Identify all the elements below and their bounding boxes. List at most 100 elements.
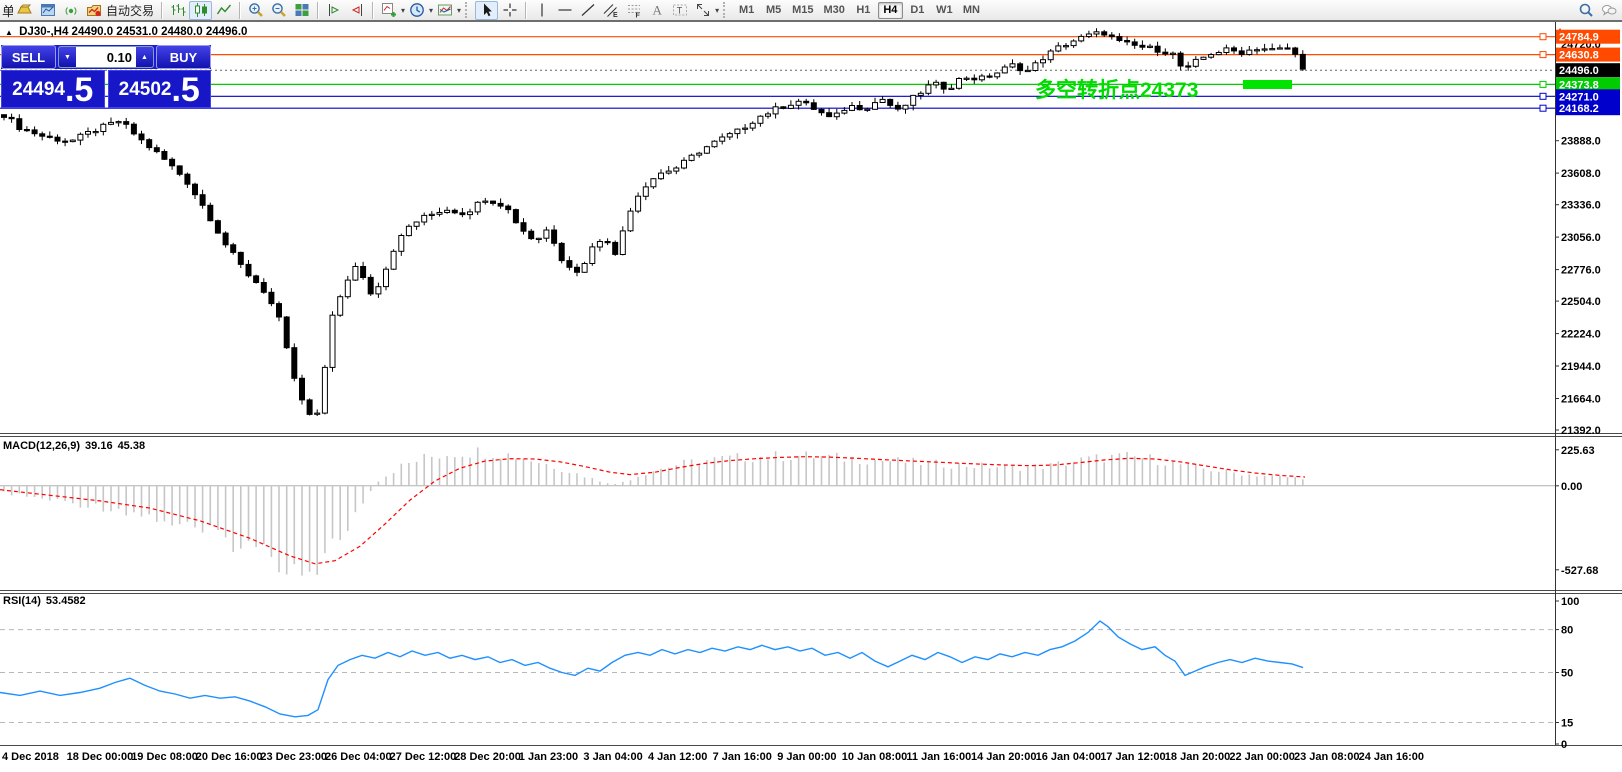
svg-text:24630.8: 24630.8 xyxy=(1559,50,1599,62)
periods-icon[interactable] xyxy=(405,1,428,20)
annotation-highlight[interactable] xyxy=(1243,80,1292,89)
templates-icon-dropdown-arrow[interactable]: ▾ xyxy=(457,6,461,15)
svg-text:22504.0: 22504.0 xyxy=(1561,296,1601,308)
zoom-out-icon[interactable] xyxy=(267,1,290,20)
toolbar-separator xyxy=(161,1,163,19)
svg-text:4 Dec 2018: 4 Dec 2018 xyxy=(2,751,59,763)
svg-text:A: A xyxy=(652,3,662,18)
svg-text:50: 50 xyxy=(1561,668,1573,680)
time-axis[interactable]: 4 Dec 2018 18 Dec 00:0019 Dec 08:0020 Dec… xyxy=(2,751,1424,763)
new-chart-icon[interactable] xyxy=(36,1,59,20)
svg-text:4 Jan 12:00: 4 Jan 12:00 xyxy=(648,751,707,763)
buy-price-display[interactable]: 24502.5 xyxy=(107,70,211,109)
svg-text:18 Dec 00:00: 18 Dec 00:00 xyxy=(67,751,134,763)
rsi-value: 53.4582 xyxy=(45,595,86,607)
line-chart-icon[interactable] xyxy=(212,1,235,20)
timeframe-button-m1[interactable]: M1 xyxy=(734,2,759,19)
svg-text:26 Dec 04:00: 26 Dec 04:00 xyxy=(325,751,392,763)
vertical-line-icon[interactable] xyxy=(530,1,553,20)
indicator-window-left-icon[interactable] xyxy=(322,1,345,20)
svg-text:19 Dec 08:00: 19 Dec 08:00 xyxy=(131,751,198,763)
svg-text:23056.0: 23056.0 xyxy=(1561,232,1601,244)
sell-price-display[interactable]: 24494.5 xyxy=(1,70,105,109)
horizontal-line-icon[interactable] xyxy=(553,1,576,20)
cursor-icon[interactable] xyxy=(475,0,499,20)
arrows-icon[interactable] xyxy=(691,1,714,20)
new-order-icon[interactable] xyxy=(13,1,36,20)
chart-title-ohlc: 24490.0 24531.0 24480.0 24496.0 xyxy=(71,26,248,38)
svg-text:1 Jan 23:00: 1 Jan 23:00 xyxy=(519,751,578,763)
svg-text:15: 15 xyxy=(1561,718,1573,730)
order-button-partial[interactable]: 单 xyxy=(2,1,13,20)
svg-text:18 Jan 20:00: 18 Jan 20:00 xyxy=(1165,751,1230,763)
fibonacci-icon[interactable]: F xyxy=(622,1,645,20)
volume-input[interactable] xyxy=(76,47,136,67)
templates-icon[interactable] xyxy=(433,1,456,20)
arrows-icon-dropdown-arrow[interactable]: ▾ xyxy=(715,6,719,15)
add-indicator-icon[interactable] xyxy=(377,1,400,20)
svg-text:3 Jan 04:00: 3 Jan 04:00 xyxy=(583,751,642,763)
auto-trading-button[interactable] xyxy=(82,1,105,20)
svg-text:E: E xyxy=(613,12,618,18)
indicator-window-right-icon[interactable] xyxy=(345,1,368,20)
timeframe-button-m15[interactable]: M15 xyxy=(788,2,817,19)
rsi-label: RSI(14) 53.4582 xyxy=(3,595,91,607)
buy-button[interactable]: BUY xyxy=(156,45,211,69)
timeframe-button-h4[interactable]: H4 xyxy=(877,1,903,19)
svg-text:21392.0: 21392.0 xyxy=(1561,425,1601,437)
timeframe-button-m5[interactable]: M5 xyxy=(761,2,786,19)
timeframe-button-w1[interactable]: W1 xyxy=(932,2,957,19)
chat-icon[interactable] xyxy=(1597,1,1620,20)
toolbar-separator xyxy=(525,1,527,19)
mt4-window: 单自动交易 ▾ ▾ ▾ E F A T ▾ M1 M5 M15 M30 H1 H4 D1 W1 MN 多空转折点2… xyxy=(0,0,1622,772)
svg-text:22 Jan 00:00: 22 Jan 00:00 xyxy=(1229,751,1294,763)
trendline-icon[interactable] xyxy=(576,1,599,20)
svg-text:24168.2: 24168.2 xyxy=(1559,103,1599,115)
svg-text:23 Jan 08:00: 23 Jan 08:00 xyxy=(1294,751,1359,763)
svg-text:0.00: 0.00 xyxy=(1561,481,1582,493)
timeframe-button-m30[interactable]: M30 xyxy=(819,2,848,19)
toolbar-grip xyxy=(723,2,729,18)
tile-windows-icon[interactable] xyxy=(290,1,313,20)
svg-text:22224.0: 22224.0 xyxy=(1561,329,1601,341)
svg-text:10 Jan 08:00: 10 Jan 08:00 xyxy=(842,751,907,763)
crosshair-icon[interactable] xyxy=(498,1,521,20)
symbol-marker-icon: ▲ xyxy=(5,28,13,37)
equidistant-channel-icon[interactable]: E xyxy=(599,1,622,20)
toolbar-grip xyxy=(465,2,471,18)
timeframe-button-h1[interactable]: H1 xyxy=(851,2,876,19)
annotation-text[interactable]: 多空转折点24373 xyxy=(1035,78,1198,102)
sell-price-frac: .5 xyxy=(64,71,94,109)
volume-increase-button[interactable]: ▲ xyxy=(136,47,153,67)
auto-trading-button-label[interactable]: 自动交易 xyxy=(106,2,154,19)
timeframe-button-mn[interactable]: MN xyxy=(959,2,984,19)
volume-stepper: ▼ ▲ xyxy=(58,46,154,68)
svg-text:80: 80 xyxy=(1561,625,1573,637)
toolbar-separator xyxy=(372,1,374,19)
candlestick-chart-icon[interactable] xyxy=(189,0,213,20)
signals-icon[interactable] xyxy=(59,1,82,20)
sell-button[interactable]: SELL xyxy=(1,45,56,69)
zoom-in-icon[interactable] xyxy=(244,1,267,20)
svg-text:21664.0: 21664.0 xyxy=(1561,394,1601,406)
svg-text:14 Jan 20:00: 14 Jan 20:00 xyxy=(971,751,1036,763)
text-icon[interactable]: A xyxy=(645,1,668,20)
chart-title-symbol: DJ30-,H4 xyxy=(19,26,69,38)
buy-price-main: 24502 xyxy=(118,79,172,100)
svg-text:-527.68: -527.68 xyxy=(1561,565,1598,577)
trade-panel-top-row: SELL ▼ ▲ BUY xyxy=(1,45,211,69)
search-icon[interactable] xyxy=(1574,1,1597,20)
svg-text:23608.0: 23608.0 xyxy=(1561,168,1601,180)
svg-text:21944.0: 21944.0 xyxy=(1561,361,1601,373)
text-label-icon[interactable]: T xyxy=(668,1,691,20)
volume-decrease-button[interactable]: ▼ xyxy=(59,47,76,67)
svg-text:225.63: 225.63 xyxy=(1561,445,1595,457)
timeframe-button-d1[interactable]: D1 xyxy=(905,2,930,19)
macd-main-value: 39.16 xyxy=(85,440,113,452)
buy-price-frac: .5 xyxy=(171,71,200,109)
toolbar-separator xyxy=(239,1,241,19)
svg-text:24496.0: 24496.0 xyxy=(1559,65,1599,77)
bar-chart-icon[interactable] xyxy=(166,1,189,20)
chart-background xyxy=(0,22,1622,772)
chart-canvas[interactable]: 多空转折点24373 23888.0 23608.0 23336.0 23056.0 22… xyxy=(0,0,1622,772)
